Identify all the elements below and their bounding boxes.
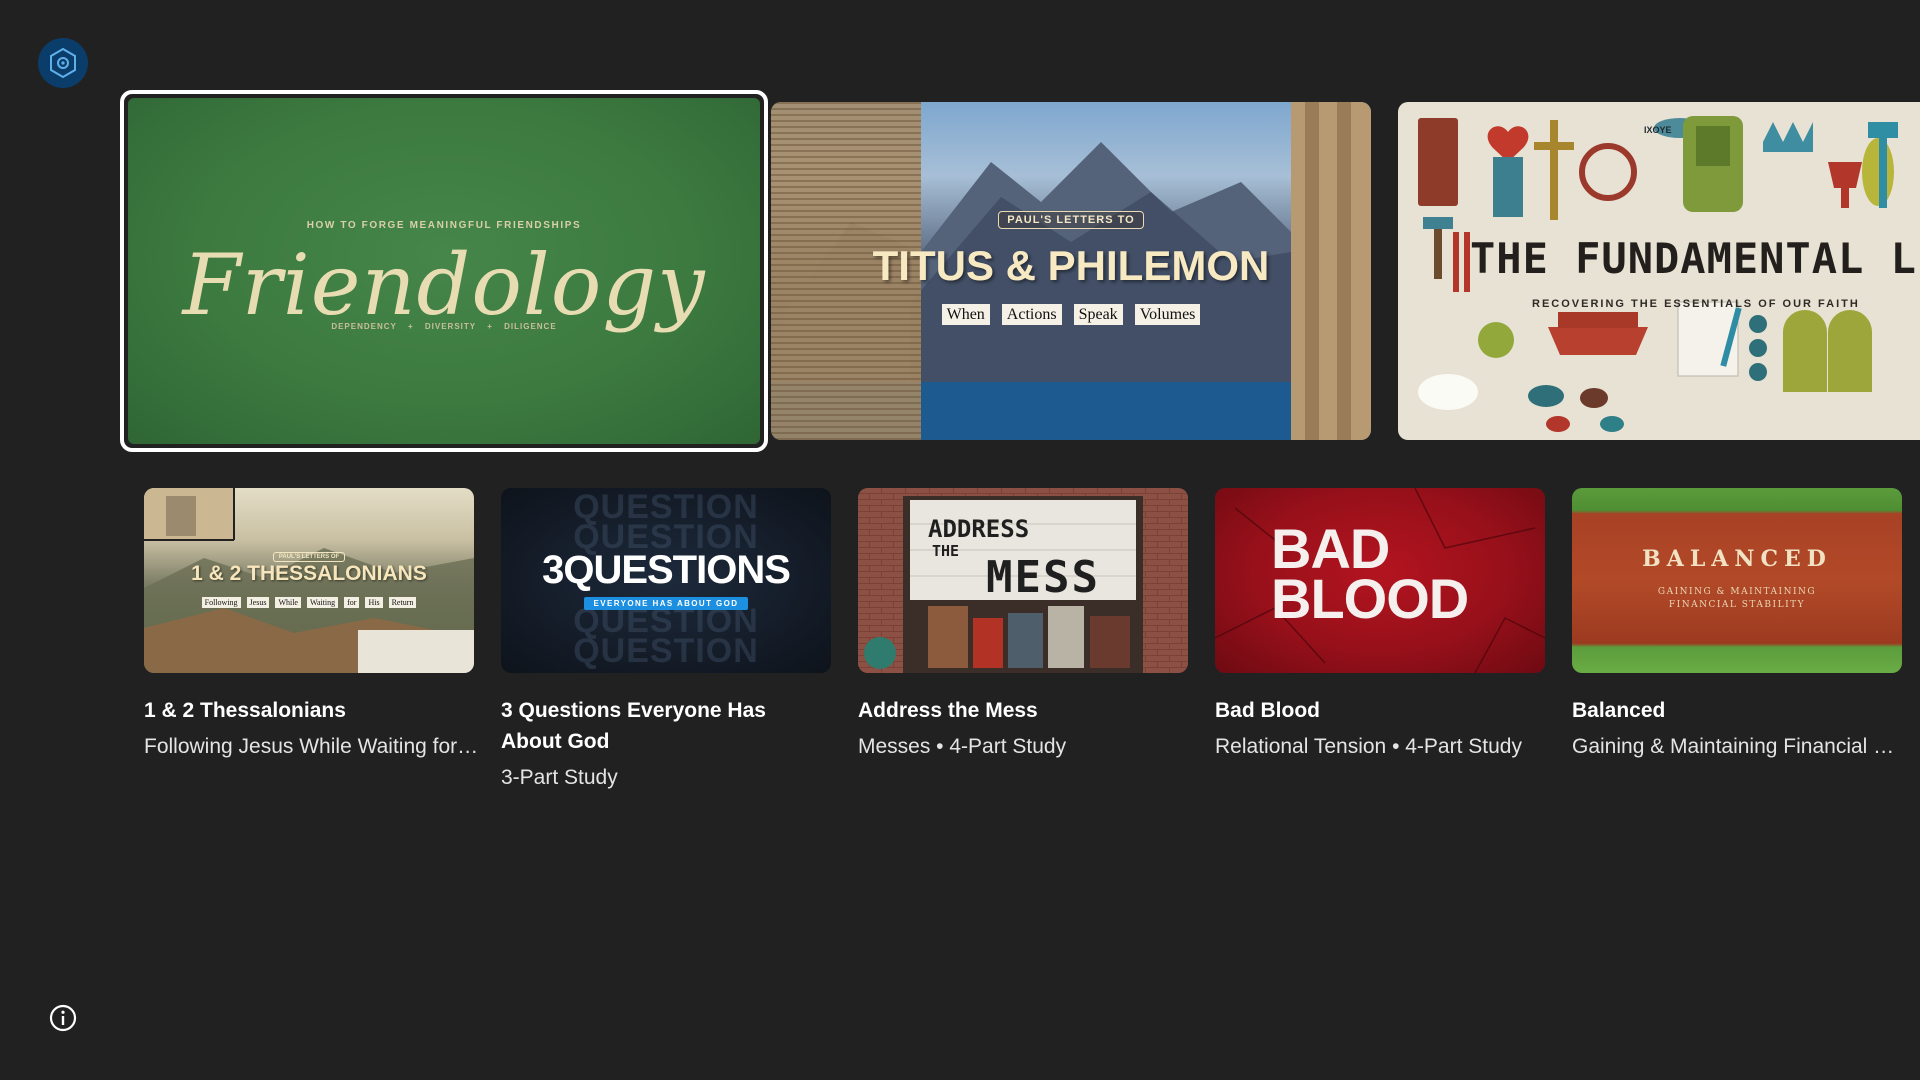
series-thumbnail[interactable]: BAD BLOOD — [1215, 488, 1545, 673]
balanced-art-title: BALANCED — [1642, 546, 1832, 572]
questions-ghost-4: QUESTION — [573, 632, 759, 670]
series-subtitle: 3-Part Study — [501, 766, 618, 789]
series-title: 1 & 2 Thessalonians — [144, 699, 346, 722]
featured-item-titus-philemon[interactable]: PAUL'S LETTERS TO TITUS & PHILEMON When … — [771, 102, 1371, 440]
featured-carousel: HOW TO FORGE MEANINGFUL FRIENDSHIPS Frie… — [0, 0, 1920, 460]
series-subtitle: Gaining & Maintaining Financial Stabilit… — [1572, 735, 1902, 758]
fundamental-list-fish-text: IXOYE — [1644, 125, 1672, 135]
friendology-kicker: HOW TO FORGE MEANINGFUL FRIENDSHIPS — [306, 220, 582, 231]
thessalonians-word-6: His — [365, 597, 383, 608]
fundamental-list-subtitle: RECOVERING THE ESSENTIALS OF OUR FAITH — [1532, 298, 1860, 310]
series-thumbnail[interactable]: PAUL'S LETTERS OF 1 & 2 THESSALONIANS Fo… — [144, 488, 474, 673]
thessalonians-word-7: Return — [388, 597, 417, 608]
titus-title: TITUS & PHILEMON — [872, 242, 1270, 289]
balanced-art-line1: GAINING & MAINTAINING — [1657, 587, 1817, 597]
series-title: 3 Questions Everyone Has About God — [501, 699, 766, 753]
series-title: Address the Mess — [858, 699, 1038, 722]
bad-blood-art-line2: BLOOD — [1271, 567, 1469, 630]
series-thumbnail[interactable]: BALANCED GAINING & MAINTAINING FINANCIAL… — [1572, 488, 1902, 673]
series-thumbnail[interactable]: QUESTION QUESTION QUESTION QUESTION 3QUE… — [501, 488, 831, 673]
series-title: Bad Blood — [1215, 699, 1320, 722]
titus-word-3: Speak — [1073, 304, 1123, 325]
friendology-tagline-3: DILIGENCE — [504, 322, 557, 331]
titus-kicker: PAUL'S LETTERS TO — [998, 211, 1144, 229]
questions-art-title: 3QUESTIONS — [542, 548, 791, 592]
info-icon — [49, 1004, 77, 1032]
titus-word-2: Actions — [1001, 304, 1062, 325]
thessalonians-word-1: Following — [201, 597, 241, 608]
thessalonians-word-4: Waiting — [306, 597, 339, 608]
mess-art-line3: MESS — [986, 552, 1100, 603]
featured-item-fundamental-list[interactable]: THE FUNDAMENTAL LIST RECOVERING THE ESSE… — [1398, 102, 1920, 440]
series-title: Balanced — [1572, 699, 1666, 722]
thessalonians-word-5: for — [344, 597, 360, 608]
fundamental-list-title: THE FUNDAMENTAL LIST — [1470, 234, 1920, 283]
series-card-thessalonians[interactable]: PAUL'S LETTERS OF 1 & 2 THESSALONIANS Fo… — [144, 488, 479, 762]
featured-item-friendology[interactable]: HOW TO FORGE MEANINGFUL FRIENDSHIPS Frie… — [120, 90, 768, 452]
titus-word-4: Volumes — [1134, 304, 1201, 325]
series-subtitle: Following Jesus While Waiting for His Re… — [144, 735, 479, 758]
balanced-art-line2: FINANCIAL STABILITY — [1668, 600, 1806, 610]
series-subtitle: Messes • 4-Part Study — [858, 735, 1067, 758]
series-subtitle: Relational Tension • 4-Part Study — [1215, 735, 1522, 758]
series-thumbnail[interactable]: ADDRESS THE MESS — [858, 488, 1188, 673]
friendology-tagline-1: DEPENDENCY — [331, 322, 397, 331]
friendology-tagline-2: DIVERSITY — [424, 322, 476, 331]
thessalonians-art-kicker: PAUL'S LETTERS OF — [272, 552, 346, 562]
thessalonians-art-title: 1 & 2 THESSALONIANS — [191, 562, 427, 585]
info-button[interactable] — [48, 1003, 78, 1033]
thessalonians-word-3: While — [275, 597, 301, 608]
series-card-balanced[interactable]: BALANCED GAINING & MAINTAINING FINANCIAL… — [1572, 488, 1902, 762]
series-card-address-the-mess[interactable]: ADDRESS THE MESS Address the Mess Messes… — [858, 488, 1188, 762]
series-card-3-questions[interactable]: QUESTION QUESTION QUESTION QUESTION 3QUE… — [501, 488, 831, 793]
thessalonians-word-2: Jesus — [246, 597, 270, 608]
titus-word-1: When — [941, 304, 990, 325]
mess-art-line1: ADDRESS — [928, 515, 1030, 543]
friendology-title: Friendology — [182, 236, 706, 334]
questions-art-band: EVERYONE HAS ABOUT GOD — [583, 597, 749, 610]
series-card-bad-blood[interactable]: BAD BLOOD Bad Blood Relational Tension •… — [1215, 488, 1545, 762]
